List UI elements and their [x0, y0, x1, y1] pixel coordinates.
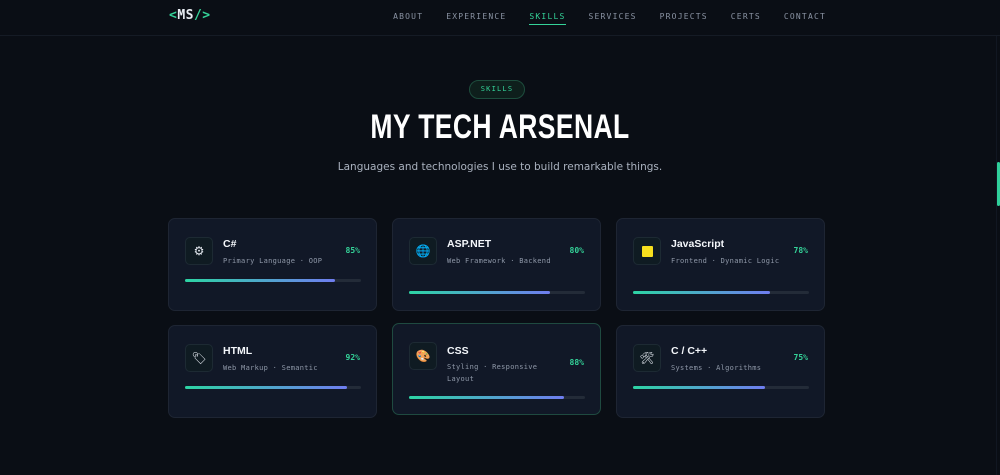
- gear-icon: ⚙: [185, 237, 213, 265]
- skill-name: C / C++: [671, 345, 708, 357]
- skill-percent: 85%: [345, 246, 360, 255]
- skill-desc: Web Framework · Backend: [447, 257, 551, 265]
- logo-close-bracket: />: [193, 8, 211, 23]
- skill-desc: Web Markup · Semantic: [223, 364, 318, 372]
- nav-link-about[interactable]: ABOUT: [393, 12, 423, 24]
- skill-progress-track: [409, 291, 585, 294]
- nav-link-services[interactable]: SERVICES: [589, 12, 637, 24]
- skill-name: HTML: [223, 345, 253, 357]
- yellow-square-icon: [633, 237, 661, 265]
- skill-progress-fill: [633, 291, 771, 294]
- skill-progress-track: [633, 291, 809, 294]
- nav-links: ABOUT EXPERIENCE SKILLS SERVICES PROJECT…: [370, 12, 826, 25]
- top-nav: <MS/> ABOUT EXPERIENCE SKILLS SERVICES P…: [0, 0, 1000, 36]
- skill-progress-fill: [633, 386, 765, 389]
- nav-link-skills[interactable]: SKILLS: [529, 12, 566, 25]
- skill-progress-track: [633, 386, 809, 389]
- section-title: MY TECH ARSENAL: [370, 108, 630, 146]
- skill-progress-fill: [409, 396, 564, 399]
- logo-text: MS: [177, 8, 194, 23]
- skill-percent: 92%: [345, 353, 360, 362]
- tag-icon: 🏷: [185, 344, 213, 372]
- skill-desc: Frontend · Dynamic Logic: [671, 257, 780, 265]
- section-tag: SKILLS: [469, 80, 525, 99]
- skill-card-javascript: JavaScript Frontend · Dynamic Logic 78%: [616, 218, 825, 311]
- skill-card-csharp: ⚙ C# Primary Language · OOP 85%: [168, 218, 377, 311]
- skill-desc: Systems · Algorithms: [671, 364, 762, 372]
- site-logo[interactable]: <MS/>: [169, 8, 211, 23]
- skill-percent: 88%: [569, 358, 584, 367]
- skill-progress-fill: [409, 291, 550, 294]
- nav-link-certs[interactable]: CERTS: [731, 12, 761, 24]
- skill-card-html: 🏷 HTML Web Markup · Semantic 92%: [168, 325, 377, 418]
- skill-progress-track: [409, 396, 585, 399]
- skill-progress-track: [185, 386, 361, 389]
- skill-desc: Styling · Responsive Layout: [447, 363, 538, 383]
- nav-link-contact[interactable]: CONTACT: [784, 12, 826, 24]
- skill-card-aspnet: 🌐 ASP.NET Web Framework · Backend 80%: [392, 218, 601, 311]
- skill-percent: 78%: [793, 246, 808, 255]
- palette-icon: 🎨: [409, 342, 437, 370]
- nav-link-projects[interactable]: PROJECTS: [660, 12, 708, 24]
- skill-progress-fill: [185, 279, 335, 282]
- skill-percent: 80%: [569, 246, 584, 255]
- skill-name: JavaScript: [671, 238, 725, 250]
- globe-icon: 🌐: [409, 237, 437, 265]
- skill-progress-track: [185, 279, 361, 282]
- nav-link-experience[interactable]: EXPERIENCE: [446, 12, 506, 24]
- skill-name: C#: [223, 238, 237, 250]
- skill-name: ASP.NET: [447, 238, 492, 250]
- skill-card-css: 🎨 CSS Styling · Responsive Layout 88%: [392, 323, 601, 415]
- skill-name: CSS: [447, 345, 469, 357]
- scrollbar-track[interactable]: [996, 36, 997, 475]
- skill-desc: Primary Language · OOP: [223, 257, 323, 265]
- section-subtitle: Languages and technologies I use to buil…: [337, 161, 663, 173]
- skill-card-cpp: 🛠 C / C++ Systems · Algorithms 75%: [616, 325, 825, 418]
- skill-progress-fill: [185, 386, 347, 389]
- skill-percent: 75%: [793, 353, 808, 362]
- tools-icon: 🛠: [633, 344, 661, 372]
